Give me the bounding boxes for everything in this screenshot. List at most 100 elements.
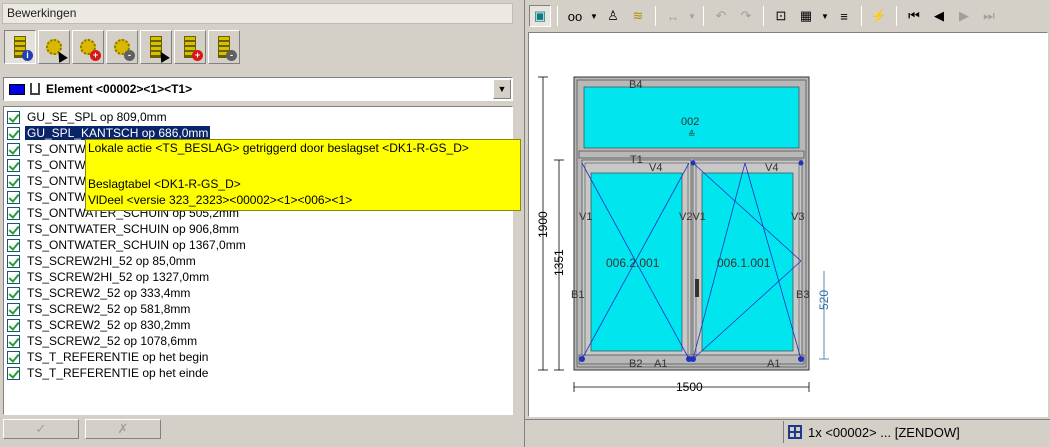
operation-checkbox[interactable] <box>7 254 20 268</box>
glasses-icon[interactable]: oo <box>564 5 586 27</box>
label-left-pane: 006.2.001 <box>606 256 660 270</box>
undo-icon[interactable]: ↶ <box>710 5 732 27</box>
operation-label: TS_T_REFERENTIE op het begin <box>27 350 209 364</box>
operation-checkbox[interactable] <box>7 142 20 156</box>
status-text: 1x <00002> ... [ZENDOW] <box>808 424 960 440</box>
operation-checkbox[interactable] <box>7 110 20 124</box>
settings-lightning-icon[interactable]: ⚡ <box>868 5 890 27</box>
gear-select-button[interactable] <box>38 30 70 64</box>
operation-checkbox[interactable] <box>7 206 20 220</box>
zoom-select-icon[interactable]: ⊡ <box>770 5 792 27</box>
gear-remove-button[interactable]: - <box>106 30 138 64</box>
label-b3: B3 <box>796 289 809 301</box>
operation-row[interactable]: GU_SE_SPL op 809,0mm <box>4 109 512 125</box>
element-selector[interactable]: Element <00002><1><T1> ▼ <box>3 77 513 101</box>
dim-handle-height: 520 <box>817 290 831 310</box>
gear-add-button[interactable]: + <box>72 30 104 64</box>
operation-row[interactable]: TS_ONTWATER_SCHUIN op 906,8mm <box>4 221 512 237</box>
operation-row[interactable]: TS_SCREW2_52 op 333,4mm <box>4 285 512 301</box>
tooltip-line-2: Beslagtabel <DK1-R-GS_D> <box>88 177 241 191</box>
label-b2: B2 <box>629 358 642 370</box>
drawing-toolbar: ▣ oo ▼ ♙ ≋ ↔ ▼ ↶ ↷ ⊡ ▦ ▼ ≡ ⚡ ⏮ ◀ ▶ ⏭ <box>529 3 1000 29</box>
beslag-select-button[interactable] <box>140 30 172 64</box>
cancel-icon: ✗ <box>117 421 129 436</box>
operation-checkbox[interactable] <box>7 318 20 332</box>
element-selector-value: Element <00002><1><T1> <box>46 82 193 96</box>
operation-label: TS_SCREW2_52 op 1078,6mm <box>27 334 198 348</box>
label-v4-left: V4 <box>649 162 662 174</box>
label-right-pane: 006.1.001 <box>717 256 771 270</box>
tooltip-line-3: VlDeel <versie 323_2323><00002><1><006><… <box>88 193 353 207</box>
label-v4-right: V4 <box>765 162 778 174</box>
remove-badge: - <box>226 50 237 61</box>
operation-row[interactable]: TS_T_REFERENTIE op het begin <box>4 349 512 365</box>
add-badge: + <box>192 50 203 61</box>
operation-label: TS_SCREW2_52 op 333,4mm <box>27 286 191 300</box>
tooltip-line-1: Lokale actie <TS_BESLAG> getriggerd door… <box>88 141 469 155</box>
toolbar-separator <box>763 6 764 26</box>
label-t1: T1 <box>630 154 643 166</box>
operation-label: TS_SCREW2HI_52 op 1327,0mm <box>27 270 210 284</box>
dropdown-icon[interactable]: ▼ <box>687 5 697 27</box>
operation-label: TS_SCREW2_52 op 830,2mm <box>27 318 191 332</box>
toolbar-separator <box>655 6 656 26</box>
toolbar-separator <box>557 6 558 26</box>
operation-checkbox[interactable] <box>7 126 20 140</box>
operation-label: GU_SE_SPL op 809,0mm <box>27 110 167 124</box>
label-b1: B1 <box>571 289 584 301</box>
window-drawing-canvas[interactable]: B4 002 T1 V4 V4 V1 V2V1 V3 B1 B3 B2 A1 A… <box>528 32 1048 417</box>
frame-view-icon[interactable]: ▣ <box>529 5 551 27</box>
operation-label: TS_SCREW2HI_52 op 85,0mm <box>27 254 196 268</box>
beslag-info-button[interactable]: i <box>4 30 36 64</box>
operation-row[interactable]: TS_SCREW2_52 op 1078,6mm <box>4 333 512 349</box>
person-icon[interactable]: ♙ <box>602 5 624 27</box>
operation-label: GU_SPL_KANTSCH op 686,0mm <box>25 126 211 140</box>
add-badge: + <box>90 50 101 61</box>
status-bar: 1x <00002> ... [ZENDOW] <box>525 419 1050 443</box>
toolbar-separator <box>896 6 897 26</box>
operation-checkbox[interactable] <box>7 238 20 252</box>
operation-label: TS_T_REFERENTIE op het einde <box>27 366 209 380</box>
operation-row[interactable]: TS_ONTWATER_SCHUIN op 1367,0mm <box>4 237 512 253</box>
drawing-panel: ▣ oo ▼ ♙ ≋ ↔ ▼ ↶ ↷ ⊡ ▦ ▼ ≡ ⚡ ⏮ ◀ ▶ ⏭ B4 … <box>524 0 1050 447</box>
dropdown-icon[interactable]: ▼ <box>589 5 599 27</box>
operation-checkbox[interactable] <box>7 302 20 316</box>
operation-row[interactable]: TS_SCREW2HI_52 op 85,0mm <box>4 253 512 269</box>
operation-checkbox[interactable] <box>7 222 20 236</box>
operation-checkbox[interactable] <box>7 190 20 204</box>
operation-checkbox[interactable] <box>7 334 20 348</box>
operation-row[interactable]: TS_SCREW2_52 op 830,2mm <box>4 317 512 333</box>
element-color-swatch <box>9 83 25 95</box>
first-icon[interactable]: ⏮ <box>903 5 925 27</box>
label-top-pane: 002 <box>681 116 699 128</box>
operation-label: TS_SCREW2_52 op 581,8mm <box>27 302 191 316</box>
operation-checkbox[interactable] <box>7 174 20 188</box>
operation-label: TS_ONTWATER_SCHUIN op 1367,0mm <box>27 238 246 252</box>
element-icon <box>30 83 40 95</box>
operation-checkbox[interactable] <box>7 270 20 284</box>
operation-checkbox[interactable] <box>7 366 20 380</box>
prev-icon[interactable]: ◀ <box>928 5 950 27</box>
operation-row[interactable]: TS_SCREW2HI_52 op 1327,0mm <box>4 269 512 285</box>
operation-checkbox[interactable] <box>7 158 20 172</box>
dropdown-icon[interactable]: ▼ <box>820 5 830 27</box>
operation-row[interactable]: TS_SCREW2_52 op 581,8mm <box>4 301 512 317</box>
operations-panel: Bewerkingen i + - + - Element <00002><1>… <box>0 0 521 447</box>
beslag-add-button[interactable]: + <box>174 30 206 64</box>
select-box-icon[interactable]: ▦ <box>795 5 817 27</box>
dimension-icon[interactable]: ↔ <box>662 5 684 27</box>
chevron-down-icon[interactable]: ▼ <box>493 79 511 99</box>
cancel-button[interactable]: ✗ <box>85 419 161 439</box>
operation-row[interactable]: TS_T_REFERENTIE op het einde <box>4 365 512 381</box>
beslag-remove-button[interactable]: - <box>208 30 240 64</box>
align-icon[interactable]: ≡ <box>833 5 855 27</box>
redo-icon[interactable]: ↷ <box>735 5 757 27</box>
operation-checkbox[interactable] <box>7 350 20 364</box>
confirm-button[interactable]: ✓ <box>3 419 79 439</box>
last-icon[interactable]: ⏭ <box>978 5 1000 27</box>
label-v3: V3 <box>791 211 804 223</box>
layers-icon[interactable]: ≋ <box>627 5 649 27</box>
transom <box>578 150 805 159</box>
operation-checkbox[interactable] <box>7 286 20 300</box>
next-icon[interactable]: ▶ <box>953 5 975 27</box>
